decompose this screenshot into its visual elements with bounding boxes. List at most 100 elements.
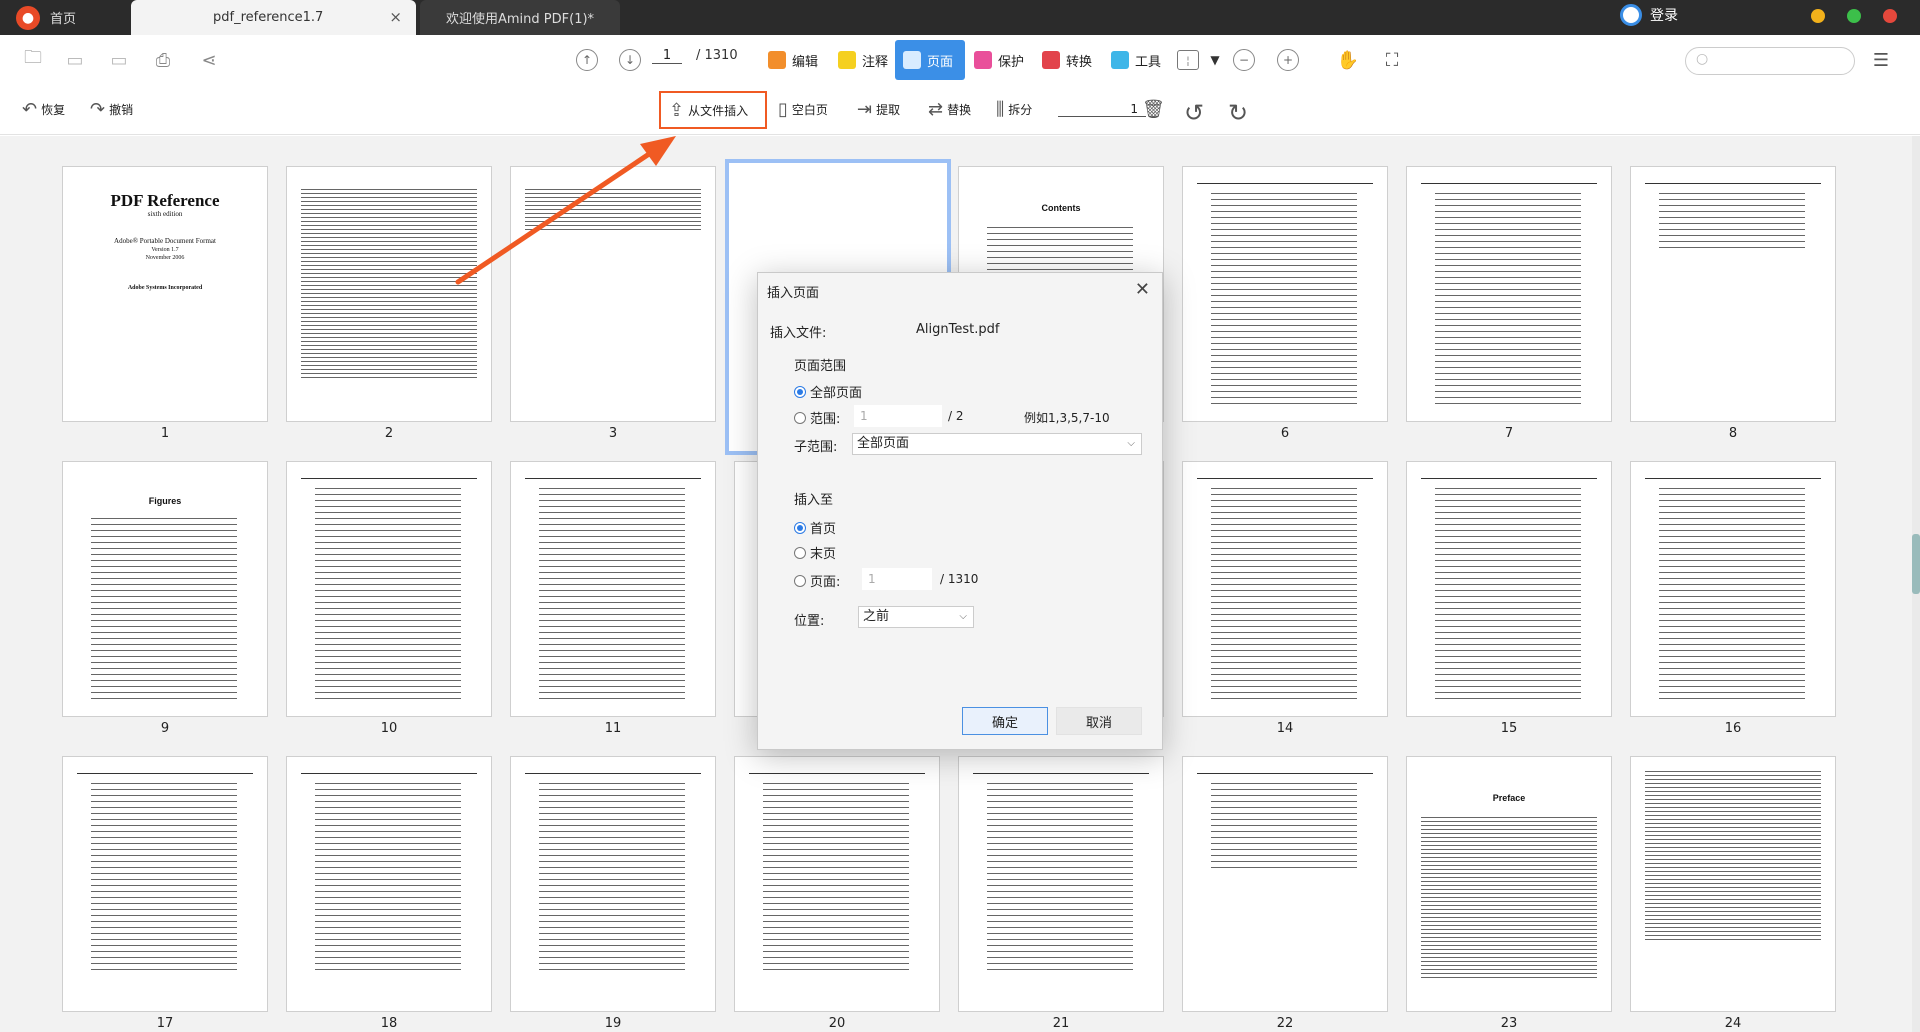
page-thumbnail[interactable] bbox=[1630, 166, 1836, 422]
page-thumbnail[interactable] bbox=[1182, 166, 1388, 422]
replace-button[interactable]: ⇄ 替换 bbox=[928, 99, 971, 120]
first-page-radio[interactable]: 首页 bbox=[794, 518, 836, 537]
header-rule bbox=[1197, 773, 1373, 774]
split-button[interactable]: ⫼ 拆分 bbox=[996, 99, 1032, 120]
blank-page-icon: ▯ bbox=[778, 99, 788, 120]
header-rule bbox=[1197, 183, 1373, 184]
text-lines bbox=[539, 488, 685, 702]
page-thumbnail[interactable] bbox=[1182, 756, 1388, 1012]
tab-pdf-reference-label: pdf_reference1.7 bbox=[213, 10, 324, 25]
extract-button[interactable]: ⇥ 提取 bbox=[857, 99, 900, 120]
page-number-input[interactable]: 1 bbox=[652, 48, 682, 64]
subrange-select[interactable]: 全部页面 ⌵ bbox=[852, 433, 1142, 455]
range-input[interactable]: 1 bbox=[854, 405, 942, 427]
scrollbar-thumb[interactable] bbox=[1912, 534, 1920, 594]
last-page-label: 末页 bbox=[810, 547, 837, 562]
close-icon[interactable]: ✕ bbox=[1135, 279, 1150, 300]
tab-close-icon[interactable]: × bbox=[389, 8, 402, 26]
page-thumbnail[interactable] bbox=[734, 756, 940, 1012]
ok-button[interactable]: 确定 bbox=[962, 707, 1048, 735]
prev-page-icon[interactable]: ↑ bbox=[576, 49, 598, 71]
insert-from-file-button[interactable]: ⇪ 从文件插入 bbox=[659, 91, 767, 129]
zoom-in-icon[interactable]: + bbox=[1277, 49, 1299, 71]
page-radio[interactable]: 页面: bbox=[794, 571, 840, 590]
redo-icon: ↷ bbox=[90, 99, 106, 120]
save-as-icon[interactable]: ▭ bbox=[108, 50, 130, 71]
thumb-subtitle: sixth edition bbox=[147, 210, 183, 218]
chevron-down-icon[interactable]: ▼ bbox=[1204, 50, 1226, 70]
page-thumbnail[interactable]: Figures bbox=[62, 461, 268, 717]
page-thumbnail[interactable] bbox=[1182, 461, 1388, 717]
blank-page-button[interactable]: ▯ 空白页 bbox=[778, 99, 828, 120]
text-lines bbox=[539, 783, 685, 971]
delete-button[interactable]: 🗑 bbox=[1142, 99, 1169, 120]
thumb-page-number: 22 bbox=[1276, 1016, 1294, 1031]
menu-edit[interactable]: 编辑 bbox=[768, 47, 818, 73]
page-input[interactable]: 1 bbox=[862, 568, 932, 590]
rotate-right-button[interactable]: ↻ bbox=[1228, 99, 1252, 127]
tab-home[interactable]: ● 首页 bbox=[0, 0, 130, 35]
page-thumbnail[interactable] bbox=[510, 461, 716, 717]
protect-icon bbox=[974, 51, 992, 69]
page-thumbnail[interactable] bbox=[958, 756, 1164, 1012]
fit-page-icon[interactable]: ¦ bbox=[1177, 50, 1199, 70]
page-thumbnail[interactable] bbox=[1406, 461, 1612, 717]
subrange-label: 子范围: bbox=[794, 440, 838, 455]
tab-pdf-reference[interactable]: pdf_reference1.7 × bbox=[131, 0, 416, 35]
fullscreen-icon[interactable]: ⛶ bbox=[1381, 50, 1403, 71]
radio-selected-icon bbox=[794, 385, 806, 398]
page-thumbnail[interactable] bbox=[1630, 756, 1836, 1012]
text-lines bbox=[1435, 488, 1581, 702]
rotate-left-button[interactable]: ↺ bbox=[1184, 99, 1208, 127]
range-radio[interactable]: 范围: bbox=[794, 408, 840, 427]
split-label: 拆分 bbox=[1008, 103, 1033, 117]
close-window-icon[interactable] bbox=[1883, 9, 1897, 23]
thumb-page-number: 10 bbox=[380, 721, 398, 736]
split-page-input[interactable]: 1 bbox=[1058, 102, 1146, 117]
undo-button[interactable]: ↶ 恢复 bbox=[22, 99, 65, 120]
extract-icon: ⇥ bbox=[857, 99, 873, 120]
redo-button[interactable]: ↷ 撤销 bbox=[90, 99, 133, 120]
page-thumbnail[interactable] bbox=[510, 166, 716, 422]
share-icon[interactable]: ⋖ bbox=[198, 50, 220, 71]
last-page-radio[interactable]: 末页 bbox=[794, 543, 836, 562]
open-folder-icon[interactable]: 🗀 bbox=[22, 47, 44, 70]
text-lines bbox=[1211, 193, 1357, 407]
blank-page-label: 空白页 bbox=[791, 103, 828, 117]
menu-protect[interactable]: 保护 bbox=[974, 47, 1024, 73]
page-thumbnail[interactable]: Preface bbox=[1406, 756, 1612, 1012]
save-icon[interactable]: ▭ bbox=[64, 50, 86, 71]
all-pages-radio[interactable]: 全部页面 bbox=[794, 382, 862, 401]
page-thumbnail[interactable] bbox=[1406, 166, 1612, 422]
zoom-out-icon[interactable]: − bbox=[1233, 49, 1255, 71]
tab-welcome[interactable]: 欢迎使用Amind PDF(1)* bbox=[420, 0, 620, 35]
page-thumbnail[interactable] bbox=[286, 756, 492, 1012]
page-thumbnail[interactable] bbox=[510, 756, 716, 1012]
thumb-page-number: 2 bbox=[384, 426, 394, 441]
page-thumbnail[interactable] bbox=[286, 461, 492, 717]
text-lines bbox=[1659, 193, 1805, 251]
page-thumbnail[interactable] bbox=[62, 756, 268, 1012]
menu-convert[interactable]: 转换 bbox=[1042, 47, 1092, 73]
search-input[interactable]: ○ bbox=[1685, 47, 1855, 75]
print-icon[interactable]: ⎙ bbox=[152, 50, 174, 71]
maximize-icon[interactable] bbox=[1847, 9, 1861, 23]
next-page-icon[interactable]: ↓ bbox=[619, 49, 641, 71]
page-thumbnail[interactable] bbox=[1630, 461, 1836, 717]
thumb-title: Preface bbox=[1492, 793, 1526, 803]
hand-tool-icon[interactable]: ✋ bbox=[1337, 50, 1359, 71]
page-thumbnail[interactable]: PDF Reference sixth edition Adobe® Porta… bbox=[62, 166, 268, 422]
login-label: 登录 bbox=[1650, 8, 1678, 24]
position-select[interactable]: 之前 ⌵ bbox=[858, 606, 974, 628]
menu-tools[interactable]: 工具 bbox=[1111, 47, 1161, 73]
header-rule bbox=[1197, 478, 1373, 479]
thumb-line: November 2006 bbox=[145, 255, 185, 261]
menu-list-icon[interactable]: ☰ bbox=[1870, 50, 1892, 71]
login-button[interactable]: 登录 bbox=[1620, 4, 1678, 26]
menu-page[interactable]: 页面 bbox=[895, 40, 966, 80]
cancel-button[interactable]: 取消 bbox=[1056, 707, 1142, 735]
minimize-icon[interactable] bbox=[1811, 9, 1825, 23]
menu-annotate[interactable]: 注释 bbox=[838, 47, 888, 73]
page-thumbnail[interactable] bbox=[286, 166, 492, 422]
insert-page-dialog: 插入页面 ✕ 插入文件: AlignTest.pdf 页面范围 全部页面 范围:… bbox=[757, 272, 1163, 750]
